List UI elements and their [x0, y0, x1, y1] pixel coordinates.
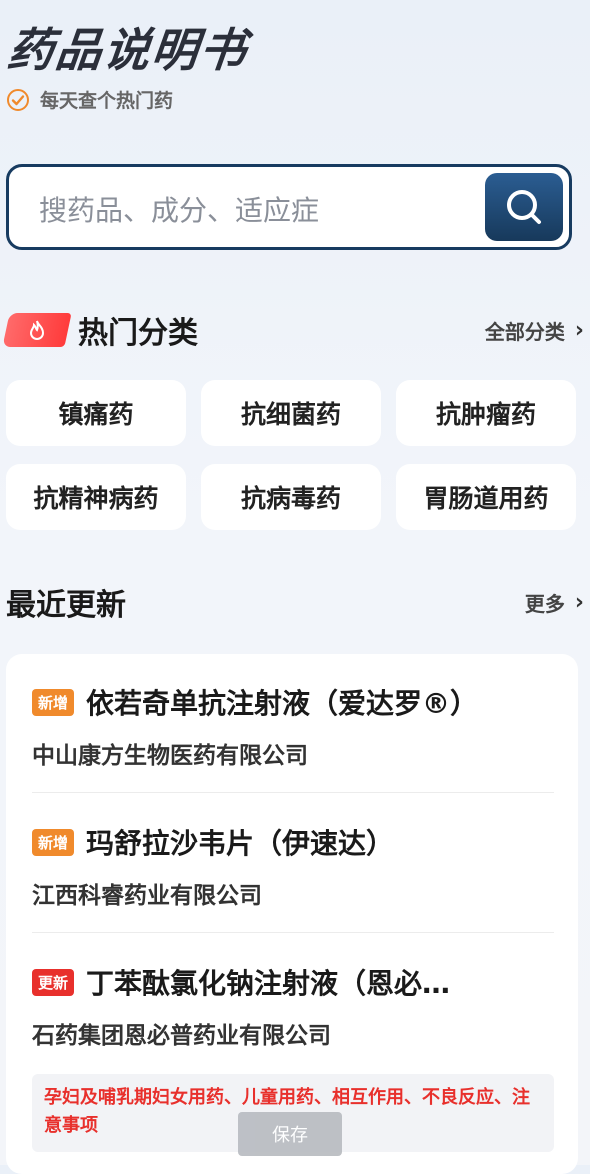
drug-list-item[interactable]: 新增 依若奇单抗注射液（爱达罗®） 中山康方生物医药有限公司	[32, 682, 554, 770]
recent-updates-header: 最近更新 更多 ›	[6, 580, 584, 624]
save-toast: 保存	[238, 1112, 342, 1156]
recent-updates-title: 最近更新	[6, 588, 126, 623]
app-title: 药品说明书	[4, 23, 251, 77]
all-categories-label: 全部分类	[484, 319, 565, 344]
category-chip[interactable]: 抗病毒药	[201, 464, 381, 530]
drug-company: 石药集团恩必普药业有限公司	[32, 1023, 331, 1049]
search-button[interactable]	[485, 173, 563, 241]
category-grid: 镇痛药 抗细菌药 抗肿瘤药 抗精神病药 抗病毒药 胃肠道用药	[6, 380, 578, 530]
new-tag: 新增	[32, 688, 75, 716]
drug-name: 丁苯酞氯化钠注射液（恩必…	[86, 967, 451, 1000]
fire-badge	[2, 313, 72, 347]
drug-company: 江西科睿药业有限公司	[32, 883, 262, 909]
more-label: 更多	[524, 591, 565, 616]
tagline-text: 每天查个热门药	[40, 90, 174, 112]
update-tag: 更新	[32, 968, 75, 996]
divider	[32, 932, 554, 933]
drug-company: 中山康方生物医药有限公司	[32, 743, 308, 769]
chevron-right-icon: ›	[574, 317, 584, 343]
flame-icon	[29, 320, 45, 340]
drug-name: 玛舒拉沙韦片（伊速达）	[86, 827, 395, 860]
category-chip[interactable]: 镇痛药	[6, 380, 186, 446]
check-circle-icon	[7, 88, 29, 111]
tagline: 每天查个热门药	[6, 86, 173, 113]
drug-list-item[interactable]: 新增 玛舒拉沙韦片（伊速达） 江西科睿药业有限公司	[32, 822, 554, 910]
category-chip[interactable]: 抗精神病药	[6, 464, 186, 530]
hot-categories-header: 热门分类 全部分类 ›	[2, 308, 584, 352]
all-categories-link[interactable]: 全部分类 ›	[485, 316, 584, 345]
drug-list-item[interactable]: 更新 丁苯酞氯化钠注射液（恩必… 石药集团恩必普药业有限公司	[32, 962, 554, 1050]
category-chip[interactable]: 抗肿瘤药	[396, 380, 576, 446]
search-icon	[507, 190, 541, 224]
category-chip[interactable]: 胃肠道用药	[396, 464, 576, 530]
drug-name: 依若奇单抗注射液（爱达罗®）	[86, 687, 479, 720]
divider	[32, 792, 554, 793]
hot-categories-title: 热门分类	[78, 316, 198, 351]
new-tag: 新增	[32, 828, 75, 856]
search-bar[interactable]	[6, 164, 572, 250]
more-link[interactable]: 更多 ›	[525, 588, 584, 617]
recent-updates-card: 新增 依若奇单抗注射液（爱达罗®） 中山康方生物医药有限公司 新增 玛舒拉沙韦片…	[6, 654, 578, 1174]
chevron-right-icon: ›	[574, 589, 584, 615]
category-chip[interactable]: 抗细菌药	[201, 380, 381, 446]
search-input[interactable]	[37, 189, 461, 231]
